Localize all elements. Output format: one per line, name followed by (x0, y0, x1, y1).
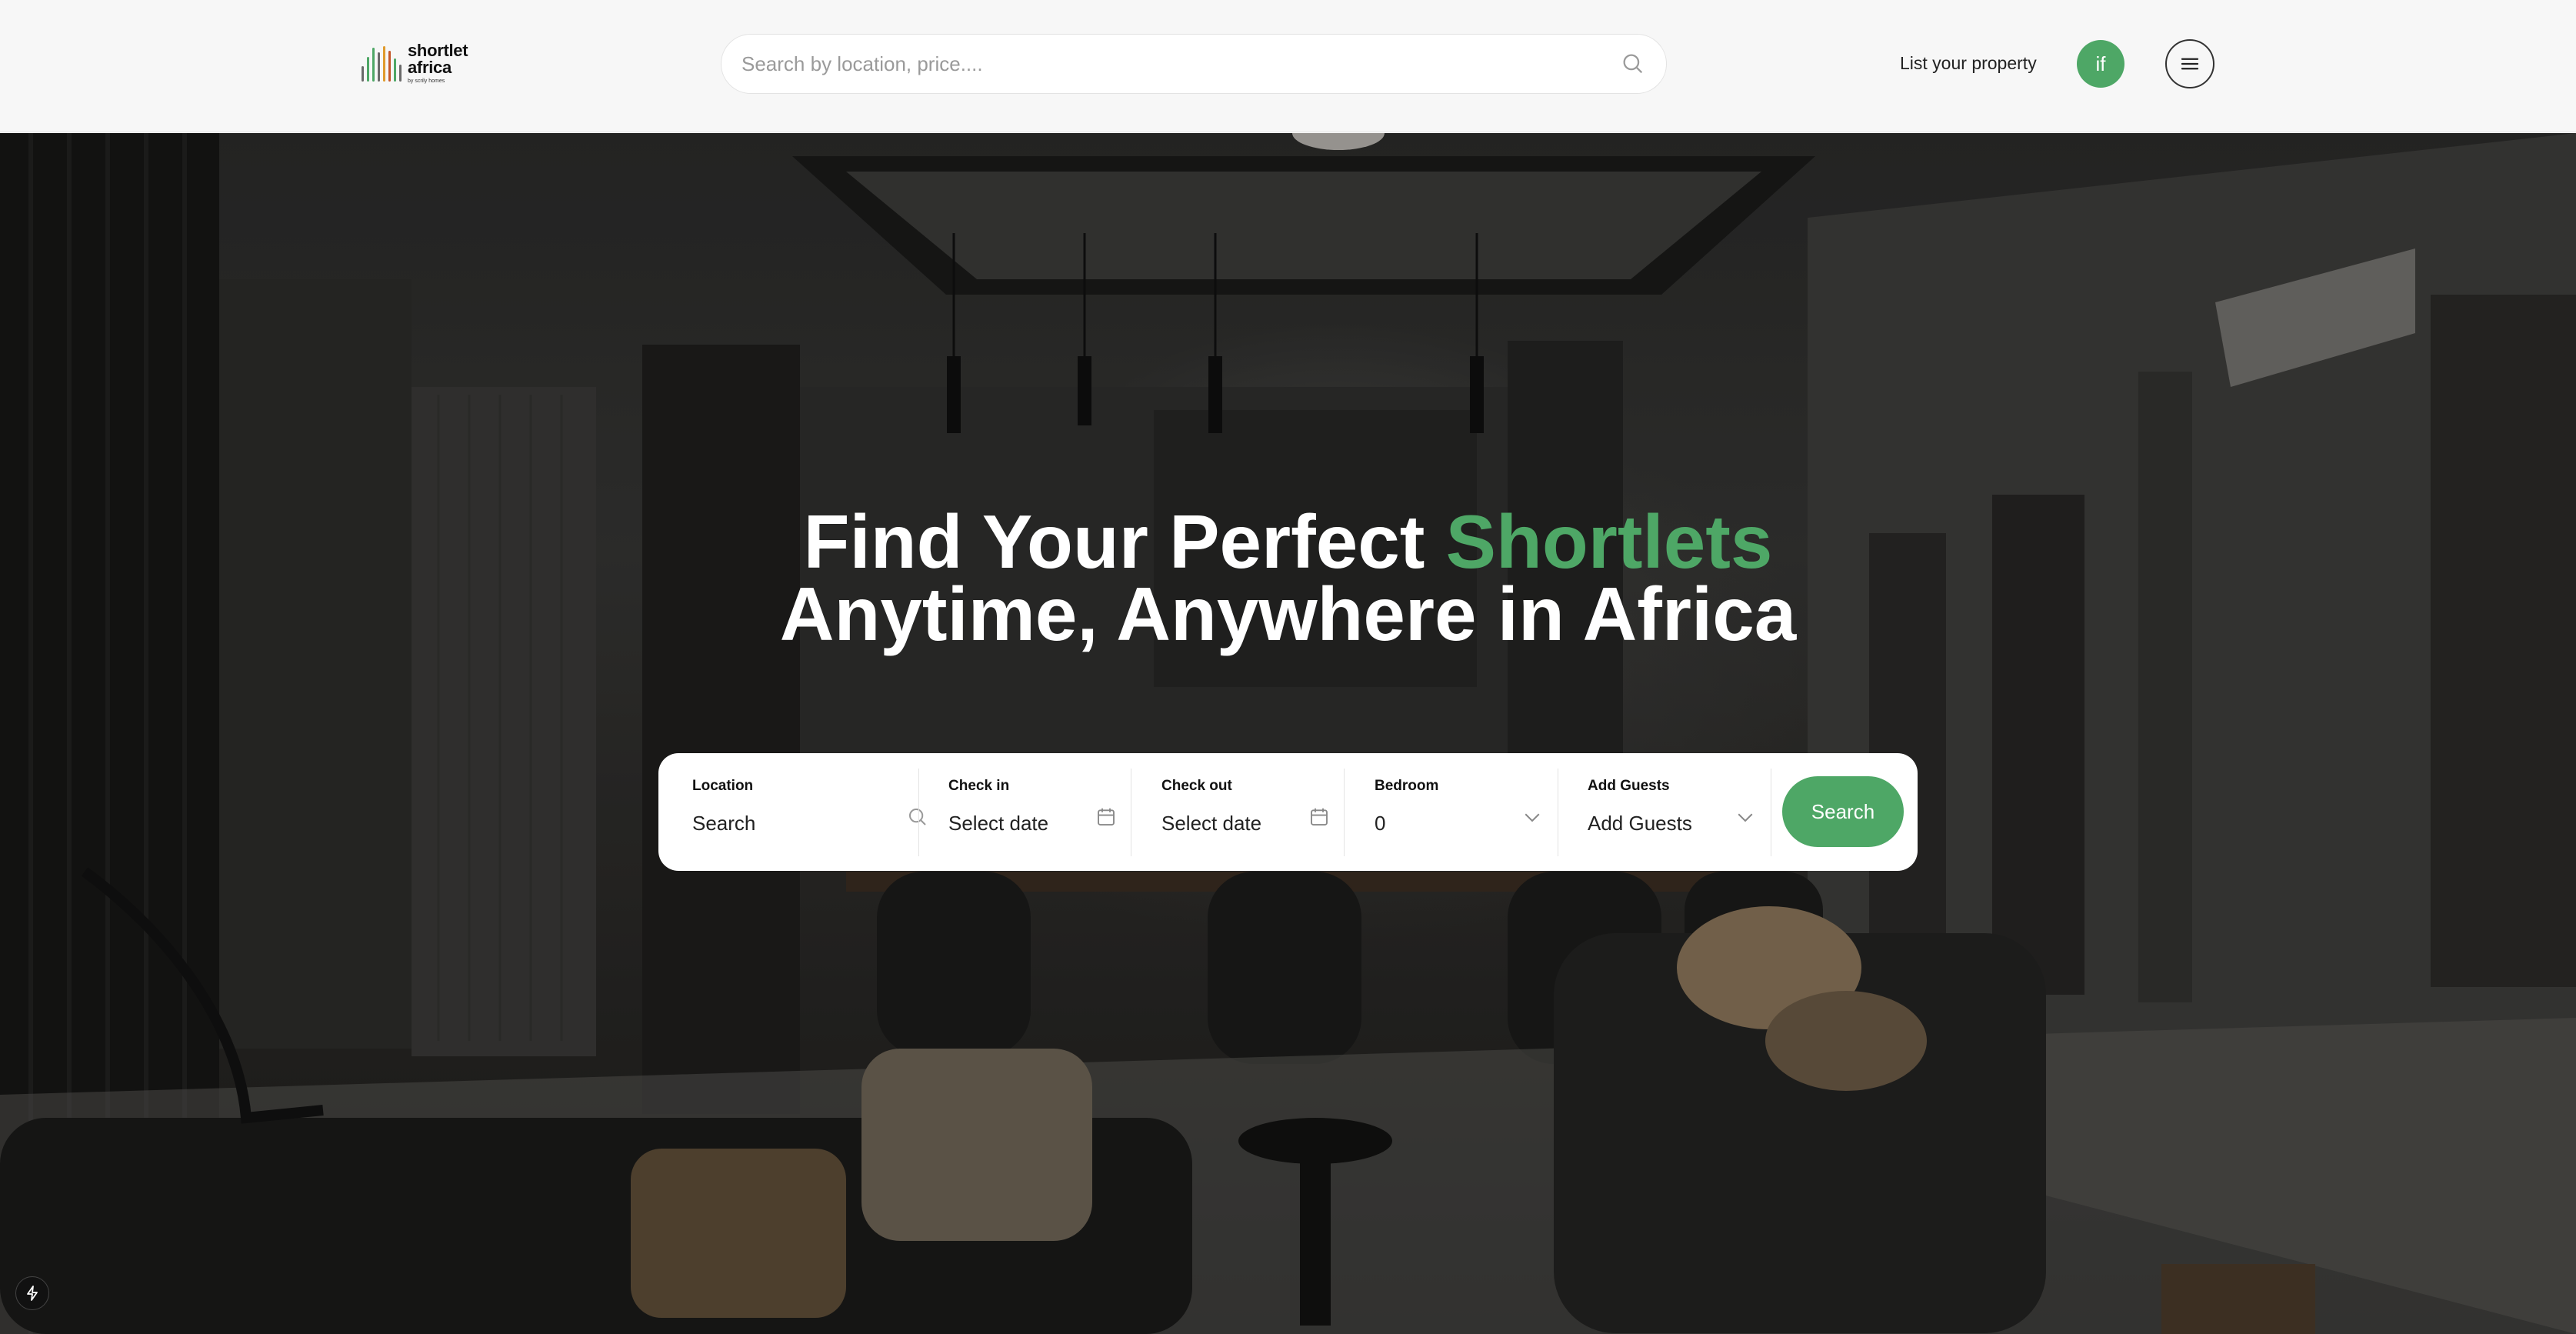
calendar-icon[interactable] (1308, 805, 1331, 829)
guests-label: Add Guests (1588, 778, 1670, 794)
user-avatar[interactable]: if (2077, 40, 2124, 88)
header-search-bar[interactable] (721, 34, 1667, 94)
booking-search-panel: Location Search Check in Select date Che… (658, 753, 1918, 871)
hamburger-menu-button[interactable] (2165, 39, 2214, 88)
check-out-field[interactable]: Check out Select date (1161, 775, 1331, 850)
chevron-down-icon[interactable] (1521, 805, 1544, 829)
hero-title-line-2: Anytime, Anywhere in Africa (779, 572, 1797, 656)
bedroom-label: Bedroom (1375, 778, 1439, 794)
check-in-field[interactable]: Check in Select date (948, 775, 1118, 850)
list-your-property-link[interactable]: List your property (1900, 49, 2037, 77)
calendar-icon[interactable] (1095, 805, 1118, 829)
bedroom-select[interactable]: Bedroom 0 (1375, 775, 1544, 850)
logo-text-africa: africa (408, 58, 452, 77)
hero-title-line-1: Find Your Perfect Shortlets (0, 504, 2576, 579)
field-divider (918, 769, 919, 856)
check-out-label: Check out (1161, 778, 1232, 794)
location-field[interactable]: Location Search (692, 775, 926, 850)
search-button[interactable]: Search (1782, 776, 1904, 847)
bolt-icon[interactable] (15, 1276, 49, 1310)
check-in-label: Check in (948, 778, 1010, 794)
location-input[interactable]: Search (692, 812, 755, 835)
guests-value[interactable]: Add Guests (1588, 812, 1692, 835)
hero-section: Find Your Perfect Shortlets Anytime, Any… (0, 133, 2576, 1334)
shortlet-africa-logo[interactable]: shortlet africa by scrily homes (362, 42, 468, 85)
location-label: Location (692, 778, 754, 794)
check-out-input[interactable]: Select date (1161, 812, 1261, 835)
search-icon[interactable] (1620, 51, 1646, 77)
header-search-input[interactable] (741, 52, 1620, 76)
search-icon (909, 809, 926, 825)
top-navbar: shortlet africa by scrily homes List you… (0, 0, 2576, 132)
guests-select[interactable]: Add Guests Add Guests (1588, 775, 1757, 850)
logo-tagline: by scrily homes (408, 78, 445, 84)
hamburger-menu-icon (2181, 58, 2199, 70)
field-divider (1344, 769, 1345, 856)
logo-text-shortlet: shortlet (408, 41, 468, 60)
chevron-down-icon[interactable] (1734, 805, 1757, 829)
logo-mark-icon (362, 45, 402, 82)
check-in-input[interactable]: Select date (948, 812, 1048, 835)
bedroom-value[interactable]: 0 (1375, 812, 1385, 835)
hero-background-image (0, 133, 2576, 1334)
